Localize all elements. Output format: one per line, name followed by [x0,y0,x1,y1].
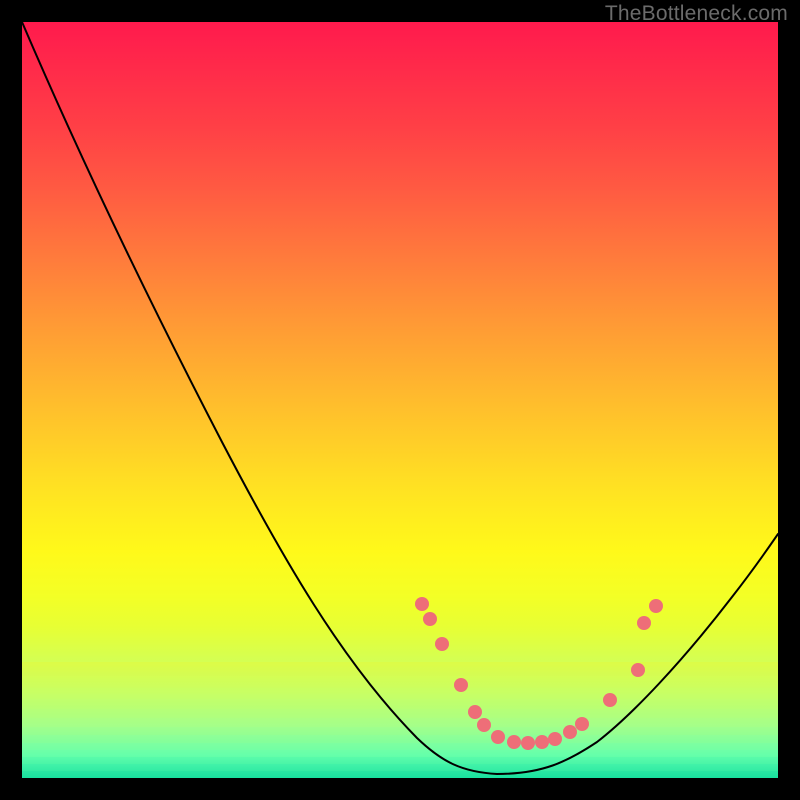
curve-dot [454,678,468,692]
curve-dot [415,597,429,611]
curve-dot [468,705,482,719]
curve-dot [435,637,449,651]
watermark: TheBottleneck.com [605,2,788,26]
curve-dot [575,717,589,731]
curve-dot [491,730,505,744]
curve-dot [507,735,521,749]
curve-dot [521,736,535,750]
curve-dots [415,597,663,750]
curve-dot [631,663,645,677]
curve-dot [423,612,437,626]
curve-dot [563,725,577,739]
curve-dot [649,599,663,613]
bottleneck-curve [22,22,778,774]
chart-svg [22,22,778,778]
curve-dot [637,616,651,630]
curve-dot [477,718,491,732]
curve-dot [603,693,617,707]
chart-area [22,22,778,778]
curve-dot [548,732,562,746]
curve-dot [535,735,549,749]
